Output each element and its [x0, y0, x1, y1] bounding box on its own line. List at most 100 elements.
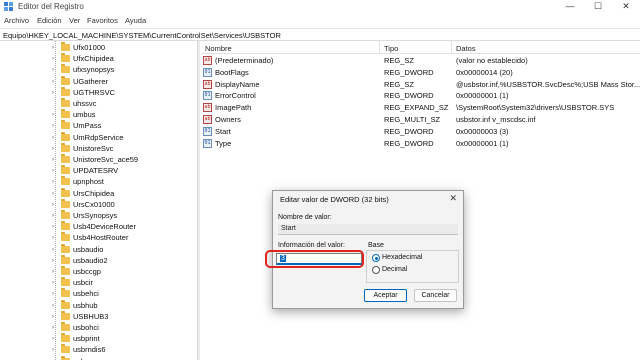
value-row[interactable]: ab DisplayName REG_SZ @usbstor.inf,%USBSTOR… — [201, 79, 640, 90]
expand-chevron-icon[interactable]: › — [52, 325, 58, 331]
tree-item-label[interactable]: Ufx01000 — [73, 43, 105, 52]
expand-chevron-icon[interactable]: › — [52, 146, 58, 152]
value-row[interactable]: ab (Predeterminado) REG_SZ (valor no establ… — [201, 55, 640, 66]
close-button[interactable]: ✕ — [612, 0, 640, 13]
menu-ver[interactable]: Ver — [69, 16, 80, 25]
tree-item-label[interactable]: UnistoreSvc — [73, 144, 113, 153]
tree-item-label[interactable]: uhssvc — [73, 99, 96, 108]
tree-item-label[interactable]: usbser — [73, 357, 96, 360]
pane-splitter[interactable] — [197, 41, 200, 360]
tree-item[interactable]: › ufxsynopsys — [0, 64, 197, 76]
expand-chevron-icon[interactable]: › — [52, 90, 58, 96]
value-row[interactable]: 01 ErrorControl REG_DWORD 0x00000001 (1) — [201, 90, 640, 101]
expand-chevron-icon[interactable]: › — [52, 67, 58, 73]
radio-decimal[interactable] — [372, 266, 380, 274]
value-row[interactable]: 01 Type REG_DWORD 0x00000001 (1) — [201, 138, 640, 149]
tree-item-label[interactable]: usbohci — [73, 323, 99, 332]
tree-item-label[interactable]: usbccgp — [73, 267, 101, 276]
tree-item-label[interactable]: Usb4DeviceRouter — [73, 222, 136, 231]
tree-item-label[interactable]: UnistoreSvc_ace59 — [73, 155, 138, 164]
tree-item[interactable]: › UGTHRSVC — [0, 86, 197, 99]
tree-item-label[interactable]: usbaudio2 — [73, 256, 108, 265]
tree-item[interactable]: › UrsSynopsys — [0, 210, 197, 222]
expand-chevron-icon[interactable]: › — [52, 157, 58, 163]
tree-item-label[interactable]: UrsCx01000 — [73, 200, 115, 209]
tree-item-label[interactable]: UrsSynopsys — [73, 211, 117, 220]
expand-chevron-icon[interactable]: › — [52, 213, 58, 219]
radio-hexadecimal[interactable] — [372, 254, 380, 262]
expand-chevron-icon[interactable]: › — [52, 347, 58, 353]
expand-chevron-icon[interactable]: › — [52, 247, 58, 253]
tree-item[interactable]: › UmRdpService — [0, 131, 197, 144]
column-name[interactable]: Nombre — [205, 44, 232, 53]
tree-item[interactable]: › UPDATESRV — [0, 165, 197, 177]
tree-item[interactable]: › usbprint — [0, 333, 197, 345]
tree-item[interactable]: › usbhub — [0, 299, 197, 312]
tree-item[interactable]: › UmPass — [0, 120, 197, 132]
tree-item[interactable]: › Usb4HostRouter — [0, 232, 197, 244]
expand-chevron-icon[interactable]: › — [52, 336, 58, 342]
tree-item[interactable]: › umbus — [0, 109, 197, 121]
expand-chevron-icon[interactable]: › — [52, 269, 58, 275]
tree-item[interactable]: › usbehci — [0, 288, 197, 300]
tree-item[interactable]: uhssvc — [0, 98, 197, 110]
expand-chevron-icon[interactable]: › — [52, 179, 58, 185]
expand-chevron-icon[interactable]: › — [52, 235, 58, 241]
value-row[interactable]: 01 Start REG_DWORD 0x00000003 (3) — [201, 126, 640, 137]
tree-item-label[interactable]: ufxsynopsys — [73, 65, 114, 74]
maximize-button[interactable]: ☐ — [584, 0, 612, 13]
tree-item-label[interactable]: upnphost — [73, 177, 104, 186]
tree-item[interactable]: › Usb4DeviceRouter — [0, 221, 197, 233]
column-separator[interactable] — [451, 41, 452, 54]
tree-item[interactable]: › usbcir — [0, 277, 197, 289]
expand-chevron-icon[interactable]: › — [52, 191, 58, 197]
tree-item[interactable]: › USBHUB3 — [0, 310, 197, 323]
expand-chevron-icon[interactable]: › — [52, 202, 58, 208]
tree-item[interactable]: › usbccgp — [0, 266, 197, 278]
column-separator[interactable] — [379, 41, 380, 54]
minimize-button[interactable]: — — [556, 0, 584, 13]
tree-item-label[interactable]: UPDATESRV — [73, 166, 118, 175]
expand-chevron-icon[interactable]: › — [52, 123, 58, 129]
value-row[interactable]: 01 BootFlags REG_DWORD 0x00000014 (20) — [201, 67, 640, 78]
tree-item-label[interactable]: UmPass — [73, 121, 101, 130]
expand-chevron-icon[interactable]: › — [52, 280, 58, 286]
accept-button[interactable]: Aceptar — [364, 289, 407, 302]
tree-item-label[interactable]: UGatherer — [73, 77, 108, 86]
cancel-button[interactable]: Cancelar — [414, 289, 457, 302]
expand-chevron-icon[interactable]: › — [52, 56, 58, 62]
expand-chevron-icon[interactable]: › — [52, 45, 58, 51]
tree-item-label[interactable]: usbprint — [73, 334, 100, 343]
tree-item[interactable]: › UfxChipidea — [0, 53, 197, 65]
menu-edicion[interactable]: Edición — [37, 16, 62, 25]
menu-ayuda[interactable]: Ayuda — [125, 16, 146, 25]
expand-chevron-icon[interactable]: › — [52, 112, 58, 118]
tree-item[interactable]: › usbaudio — [0, 243, 197, 256]
expand-chevron-icon[interactable]: › — [52, 168, 58, 174]
radio-decimal-label[interactable]: Decimal — [382, 266, 407, 273]
address-path[interactable]: Equipo\HKEY_LOCAL_MACHINE\SYSTEM\Current… — [3, 31, 281, 40]
tree-item-label[interactable]: usbaudio — [73, 245, 103, 254]
expand-chevron-icon[interactable]: › — [52, 258, 58, 264]
tree-item-label[interactable]: umbus — [73, 110, 96, 119]
key-tree[interactable]: › Ufx01000 › UfxChipidea › ufxsynopsys › UGathe… — [0, 41, 197, 360]
value-row[interactable]: ab Owners REG_MULTI_SZ usbstor.inf v_mscdsc… — [201, 114, 640, 125]
tree-item[interactable]: › UrsCx01000 — [0, 198, 197, 211]
expand-chevron-icon[interactable]: › — [52, 79, 58, 85]
tree-item-label[interactable]: UGTHRSVC — [73, 88, 115, 97]
column-data[interactable]: Datos — [456, 44, 476, 53]
tree-item-label[interactable]: USBHUB3 — [73, 312, 108, 321]
value-row[interactable]: ab ImagePath REG_EXPAND_SZ \SystemRoot\Syst… — [201, 102, 640, 113]
tree-item-label[interactable]: usbrndis6 — [73, 345, 106, 354]
tree-item[interactable]: › UnistoreSvc_ace59 — [0, 154, 197, 166]
tree-item-label[interactable]: usbhub — [73, 301, 98, 310]
tree-item[interactable]: › usbohci — [0, 322, 197, 334]
expand-chevron-icon[interactable]: › — [52, 314, 58, 320]
tree-item[interactable]: › UGatherer — [0, 75, 197, 88]
tree-item[interactable]: › Ufx01000 — [0, 42, 197, 54]
radio-hexadecimal-label[interactable]: Hexadecimal — [382, 254, 422, 261]
tree-item-label[interactable]: UfxChipidea — [73, 54, 114, 63]
tree-item-label[interactable]: UrsChipidea — [73, 189, 114, 198]
column-type[interactable]: Tipo — [384, 44, 398, 53]
tree-item[interactable]: ›usbser — [0, 355, 197, 360]
